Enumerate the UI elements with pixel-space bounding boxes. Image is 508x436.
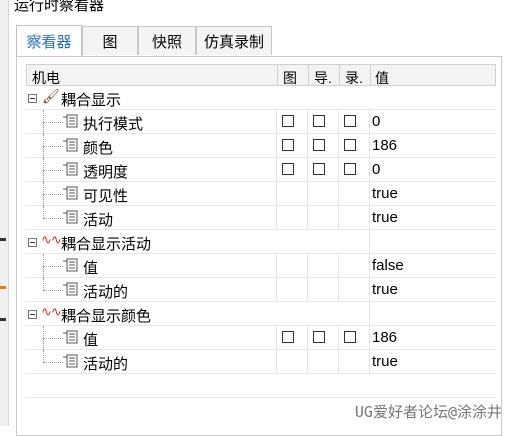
column-graph[interactable]: 图 <box>283 68 297 88</box>
export-checkbox[interactable] <box>313 139 325 151</box>
group-label: 耦合显示 <box>61 92 122 109</box>
watermark: UG爱好者论坛@涂涂井 <box>354 403 502 421</box>
record-checkbox[interactable] <box>344 139 356 151</box>
record-checkbox[interactable] <box>344 115 356 127</box>
edge-mark <box>0 286 6 289</box>
row-value[interactable]: 186 <box>372 137 397 154</box>
tree-row[interactable]: 值 false <box>26 254 496 278</box>
property-icon <box>63 282 78 296</box>
empty-row <box>26 374 496 398</box>
graph-checkbox[interactable] <box>282 139 294 151</box>
row-label: 活动 <box>83 212 114 229</box>
collapse-icon[interactable] <box>28 310 37 319</box>
record-checkbox[interactable] <box>344 331 356 343</box>
tree-group[interactable]: 🖌 耦合显示 <box>26 86 496 110</box>
record-checkbox[interactable] <box>344 163 356 175</box>
tree-row[interactable]: 值 186 <box>26 326 496 350</box>
brush-icon: 🖌 <box>42 88 60 104</box>
edge-mark <box>0 318 6 321</box>
property-icon <box>63 138 78 152</box>
tab-watcher[interactable]: 察看器 <box>16 25 82 56</box>
row-label: 可见性 <box>83 188 129 205</box>
column-header: 机电 图 导. 录. 值 <box>26 64 496 86</box>
row-value[interactable]: 0 <box>372 161 380 178</box>
row-label: 活动的 <box>83 356 129 373</box>
watcher-panel: 机电 图 导. 录. 值 🖌 耦合显示 执行模式 0 颜色 186 透明度 0 … <box>16 56 502 436</box>
group-label: 耦合显示活动 <box>61 236 152 253</box>
collapse-icon[interactable] <box>28 94 37 103</box>
row-value[interactable]: 186 <box>372 329 397 346</box>
property-icon <box>63 210 78 224</box>
tree-group[interactable]: ∿∿ 耦合显示活动 <box>26 230 496 254</box>
edge-mark <box>0 238 6 241</box>
property-icon <box>63 114 78 128</box>
row-value[interactable]: true <box>372 281 398 298</box>
background-window-edge <box>0 0 9 426</box>
row-label: 值 <box>83 260 99 277</box>
tree-row[interactable]: 活动 true <box>26 206 496 230</box>
row-label: 活动的 <box>83 284 129 301</box>
property-tree: 机电 图 导. 录. 值 🖌 耦合显示 执行模式 0 颜色 186 透明度 0 … <box>26 64 496 422</box>
group-label: 耦合显示颜色 <box>61 308 152 325</box>
property-icon <box>63 162 78 176</box>
tree-row[interactable]: 活动的 true <box>26 278 496 302</box>
property-icon <box>63 186 78 200</box>
export-checkbox[interactable] <box>313 163 325 175</box>
row-label: 颜色 <box>83 140 114 157</box>
tree-row[interactable]: 可见性 true <box>26 182 496 206</box>
row-value[interactable]: true <box>372 209 398 226</box>
tree-group[interactable]: ∿∿ 耦合显示颜色 <box>26 302 496 326</box>
export-checkbox[interactable] <box>313 115 325 127</box>
row-value[interactable]: 0 <box>372 113 380 130</box>
column-value[interactable]: 值 <box>375 68 389 88</box>
tab-sim-record[interactable]: 仿真录制 <box>196 26 272 55</box>
column-export[interactable]: 导. <box>314 68 332 88</box>
tab-snapshot[interactable]: 快照 <box>138 26 196 55</box>
row-value[interactable]: true <box>372 185 398 202</box>
column-mechanism[interactable]: 机电 <box>32 68 60 88</box>
signal-wave-icon: ∿∿ <box>41 304 62 319</box>
export-checkbox[interactable] <box>313 331 325 343</box>
property-icon <box>63 330 78 344</box>
property-icon <box>63 354 78 368</box>
tree-row[interactable]: 活动的 true <box>26 350 496 374</box>
graph-checkbox[interactable] <box>282 331 294 343</box>
graph-checkbox[interactable] <box>282 163 294 175</box>
tab-graph[interactable]: 图 <box>82 26 138 55</box>
tree-row[interactable]: 执行模式 0 <box>26 110 496 134</box>
row-value[interactable]: true <box>372 353 398 370</box>
row-label: 透明度 <box>83 164 129 181</box>
row-value[interactable]: false <box>372 257 404 274</box>
row-label: 值 <box>83 332 99 349</box>
row-label: 执行模式 <box>83 116 144 133</box>
tree-row[interactable]: 颜色 186 <box>26 134 496 158</box>
tree-row[interactable]: 透明度 0 <box>26 158 496 182</box>
signal-wave-icon: ∿∿ <box>41 232 62 247</box>
window-title: 运行时察看器 <box>14 0 105 14</box>
column-record[interactable]: 录. <box>345 68 363 88</box>
collapse-icon[interactable] <box>28 238 37 247</box>
graph-checkbox[interactable] <box>282 115 294 127</box>
property-icon <box>63 258 78 272</box>
